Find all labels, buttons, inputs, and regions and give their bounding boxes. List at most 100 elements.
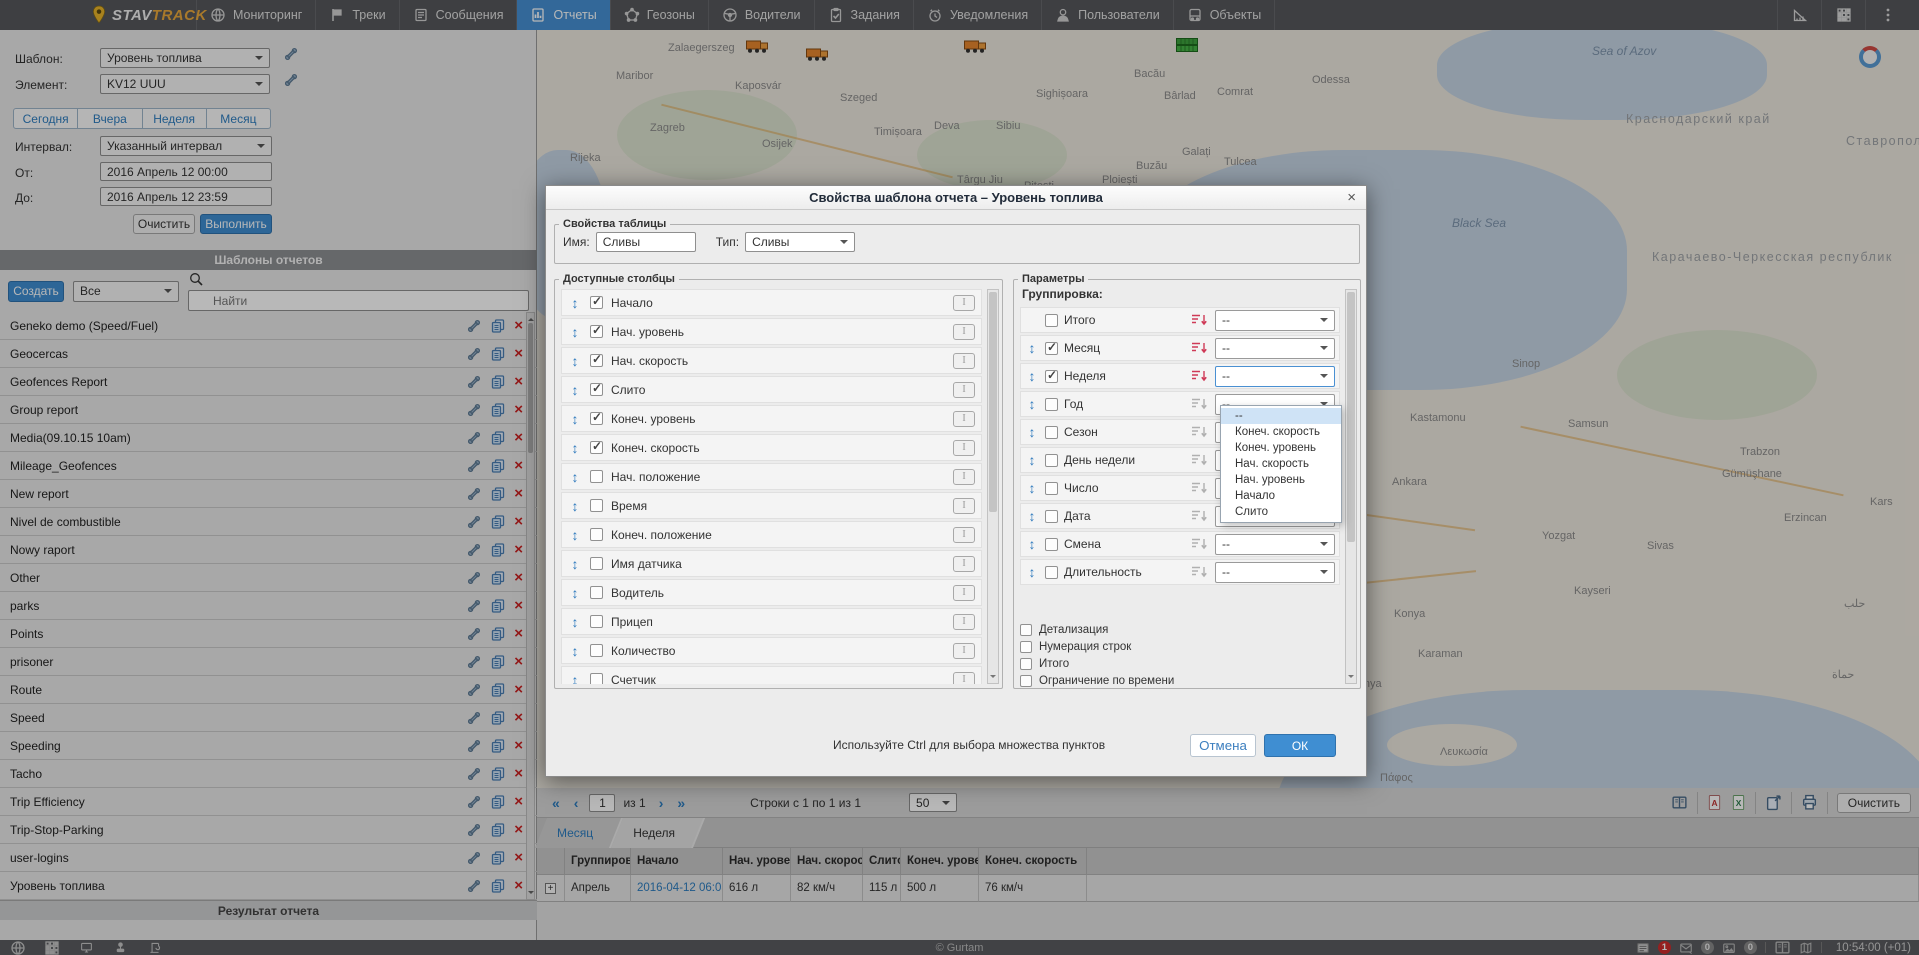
templates-scrollbar[interactable] xyxy=(526,312,535,900)
sort-order-icon[interactable] xyxy=(1189,453,1209,467)
copy-icon[interactable] xyxy=(490,542,506,558)
template-list-item[interactable]: Geocercas× xyxy=(0,340,537,368)
parameters-scrollbar[interactable] xyxy=(1345,289,1357,684)
grouping-checkbox[interactable] xyxy=(1045,510,1058,523)
tab-drivers[interactable]: Водители xyxy=(708,0,814,30)
move-handle-icon[interactable]: ↕ xyxy=(568,585,582,601)
joystick-icon[interactable] xyxy=(108,941,132,954)
template-list-item[interactable]: Nowy raport× xyxy=(0,536,537,564)
move-handle-icon[interactable]: ↕ xyxy=(568,556,582,572)
result-tab-active[interactable]: Неделя xyxy=(617,818,699,848)
table-name-input[interactable] xyxy=(596,232,696,252)
wrench-icon[interactable] xyxy=(466,710,482,726)
wrench-icon[interactable] xyxy=(466,682,482,698)
to-date-input[interactable] xyxy=(100,187,272,206)
prev-page-button[interactable]: ‹ xyxy=(567,795,586,811)
dropdown-option[interactable]: Нач. скорость xyxy=(1221,456,1341,472)
book-icon[interactable] xyxy=(1671,794,1688,811)
wrench-icon[interactable] xyxy=(466,878,482,894)
apps-grid-icon[interactable] xyxy=(1821,0,1865,30)
edit-unit-wrench-icon[interactable] xyxy=(283,72,299,91)
media-count-badge[interactable]: 0 xyxy=(1744,941,1757,954)
first-page-button[interactable]: « xyxy=(545,795,567,811)
next-page-button[interactable]: › xyxy=(652,795,671,811)
grouping-checkbox[interactable] xyxy=(1045,482,1058,495)
rename-column-button[interactable]: I xyxy=(953,556,975,572)
template-list-item[interactable]: Group report× xyxy=(0,396,537,424)
template-list-item[interactable]: New report× xyxy=(0,480,537,508)
rename-column-button[interactable]: I xyxy=(953,353,975,369)
copy-icon[interactable] xyxy=(490,822,506,838)
rename-column-button[interactable]: I xyxy=(953,585,975,601)
table-header-cell[interactable]: Конеч. уровень xyxy=(901,848,979,875)
tab-messages[interactable]: Сообщения xyxy=(399,0,517,30)
move-handle-icon[interactable]: ↕ xyxy=(568,527,582,543)
close-icon[interactable]: × xyxy=(1347,189,1356,206)
copy-icon[interactable] xyxy=(490,850,506,866)
edit-template-wrench-icon[interactable] xyxy=(283,46,299,65)
rename-column-button[interactable]: I xyxy=(953,498,975,514)
brand-logo[interactable]: STAVTRACK xyxy=(90,0,207,30)
flag-checkbox[interactable] xyxy=(1020,641,1032,653)
interval-select[interactable]: Указанный интервал xyxy=(100,136,272,156)
from-date-input[interactable] xyxy=(100,162,272,181)
dropdown-option[interactable]: Слито xyxy=(1221,504,1341,520)
table-header-cell[interactable]: Начало xyxy=(631,848,723,875)
wrench-icon[interactable] xyxy=(466,738,482,754)
unit-truck-marker[interactable] xyxy=(964,40,988,57)
grouping-checkbox[interactable] xyxy=(1045,426,1058,439)
wrench-icon[interactable] xyxy=(466,430,482,446)
copy-icon[interactable] xyxy=(490,318,506,334)
column-checkbox[interactable] xyxy=(590,296,603,309)
template-list-item[interactable]: Tacho× xyxy=(0,760,537,788)
template-list-item[interactable]: prisoner× xyxy=(0,648,537,676)
rename-column-button[interactable]: I xyxy=(953,614,975,630)
template-list-item[interactable]: Trip Efficiency× xyxy=(0,788,537,816)
copy-icon[interactable] xyxy=(490,794,506,810)
tab-jobs[interactable]: Задания xyxy=(814,0,913,30)
template-list-item[interactable]: Speeding× xyxy=(0,732,537,760)
sort-order-icon[interactable] xyxy=(1189,425,1209,439)
move-handle-icon[interactable]: ↕ xyxy=(1025,508,1039,524)
columns-scrollbar[interactable] xyxy=(987,289,999,684)
table-type-select[interactable]: Сливы xyxy=(745,232,855,252)
clear-interval-button[interactable]: Очистить xyxy=(133,214,195,234)
quick-range-month[interactable]: Месяц xyxy=(207,108,271,129)
flag-checkbox[interactable] xyxy=(1020,624,1032,636)
search-input[interactable] xyxy=(188,290,529,311)
flag-checkbox[interactable] xyxy=(1020,658,1032,670)
notification-count-badge[interactable]: 1 xyxy=(1658,941,1671,954)
column-checkbox[interactable] xyxy=(590,528,603,541)
column-checkbox[interactable] xyxy=(590,586,603,599)
notes-icon[interactable] xyxy=(1636,941,1650,955)
move-handle-icon[interactable]: ↕ xyxy=(1025,564,1039,580)
flag-checkbox[interactable] xyxy=(1020,675,1032,687)
template-list-item[interactable]: Уровень топлива× xyxy=(0,872,537,900)
sort-order-icon[interactable] xyxy=(1189,537,1209,551)
rename-column-button[interactable]: I xyxy=(953,469,975,485)
copy-icon[interactable] xyxy=(490,878,506,894)
wrench-icon[interactable] xyxy=(466,570,482,586)
move-handle-icon[interactable]: ↕ xyxy=(568,382,582,398)
pdf-icon[interactable]: A xyxy=(1707,794,1722,811)
template-list-item[interactable]: Geneko demo (Speed/Fuel)× xyxy=(0,312,537,340)
print-icon[interactable] xyxy=(1801,794,1818,811)
template-list-item[interactable]: Nivel de combustible× xyxy=(0,508,537,536)
copy-icon[interactable] xyxy=(490,626,506,642)
table-header-cell[interactable]: Группировка xyxy=(565,848,631,875)
wrench-icon[interactable] xyxy=(466,822,482,838)
column-checkbox[interactable] xyxy=(590,325,603,338)
table-header-cell[interactable]: Нач. уровень xyxy=(723,848,791,875)
template-list-item[interactable]: Speed× xyxy=(0,704,537,732)
wrench-icon[interactable] xyxy=(466,598,482,614)
wrench-icon[interactable] xyxy=(466,850,482,866)
template-list-item[interactable]: user-logins× xyxy=(0,844,537,872)
column-checkbox[interactable] xyxy=(590,383,603,396)
wrench-icon[interactable] xyxy=(466,346,482,362)
table-header-cell[interactable]: Слито xyxy=(863,848,901,875)
menu-kebab-icon[interactable] xyxy=(1865,0,1909,30)
template-list-item[interactable]: Route× xyxy=(0,676,537,704)
grouping-checkbox[interactable] xyxy=(1045,342,1058,355)
move-handle-icon[interactable]: ↕ xyxy=(568,469,582,485)
template-list-item[interactable]: Mileage_Geofences× xyxy=(0,452,537,480)
